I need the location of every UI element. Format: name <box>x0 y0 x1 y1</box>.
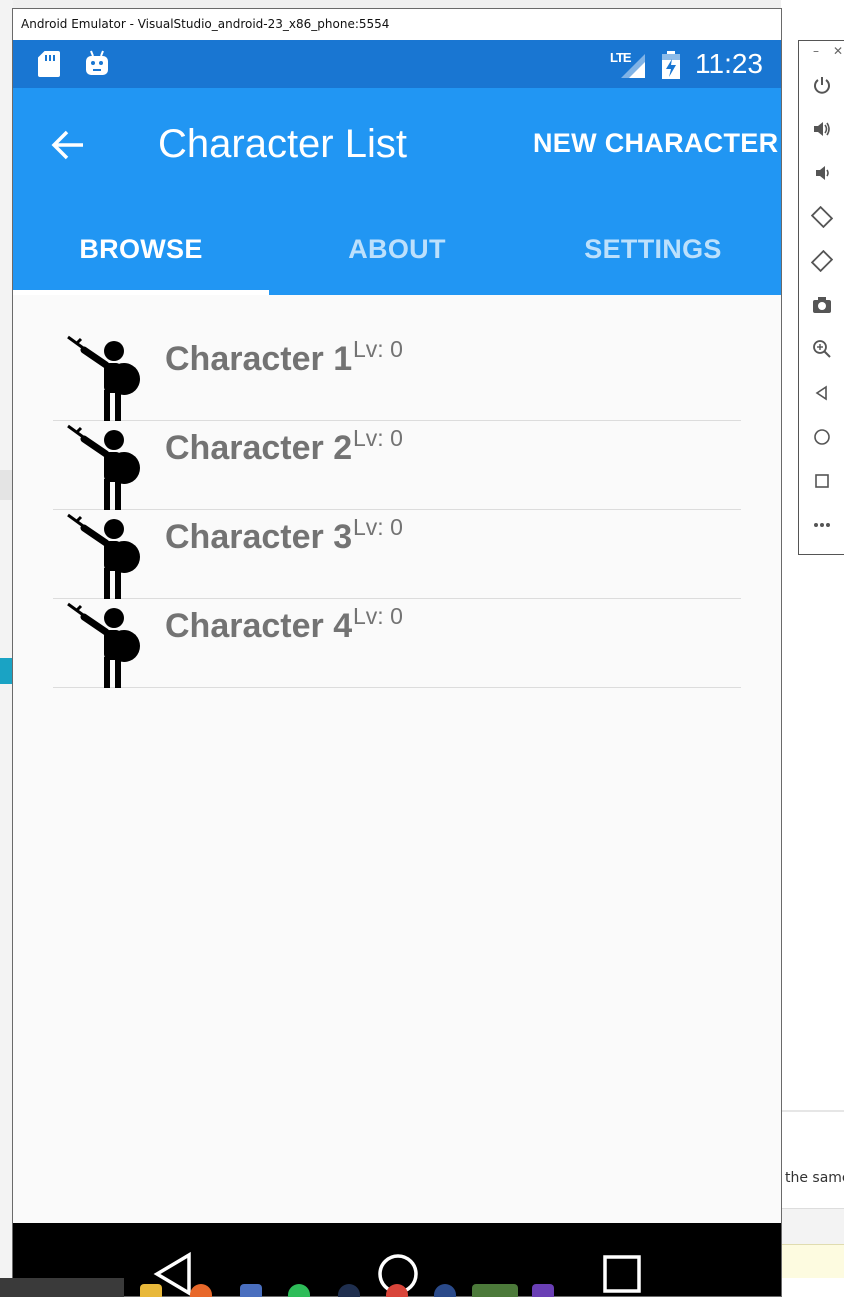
desktop-bar <box>781 1208 844 1244</box>
status-clock: 11:23 <box>695 48 763 79</box>
character-level: Lv: 0 <box>353 425 403 451</box>
tab-about[interactable]: ABOUT <box>269 210 525 295</box>
character-level: Lv: 0 <box>353 514 403 540</box>
character-list-page: Character 1 Lv: 0 Character 2 Lv: 0 Char… <box>13 295 781 1223</box>
character-list-item[interactable]: Character 1 Lv: 0 <box>53 332 741 421</box>
close-icon[interactable]: ✕ <box>833 44 843 58</box>
minimize-icon[interactable]: – <box>813 44 819 58</box>
character-list: Character 1 Lv: 0 Character 2 Lv: 0 Char… <box>53 332 741 688</box>
window-title: Android Emulator - VisualStudio_android-… <box>13 9 781 40</box>
stick-figure-warrior-icon <box>67 513 140 599</box>
desktop-text-fragment: the same <box>785 1170 844 1186</box>
stick-figure-warrior-icon <box>67 335 140 421</box>
android-nav-bar <box>13 1223 781 1297</box>
lte-signal-icon <box>621 54 645 78</box>
zoom-icon[interactable] <box>799 329 844 369</box>
emulator-toolbar: – ✕ <box>798 40 844 555</box>
character-name: Character 4 <box>165 607 353 645</box>
nav-back-icon[interactable] <box>151 1251 197 1297</box>
home-icon[interactable] <box>799 417 844 457</box>
tab-browse[interactable]: BROWSE <box>13 210 269 295</box>
character-level: Lv: 0 <box>353 336 403 362</box>
more-icon[interactable] <box>799 505 844 545</box>
battery-charging-icon <box>662 51 680 79</box>
desktop-bar-highlight <box>781 1244 844 1278</box>
app-bar: Character List NEW CHARACTER BROWSE ABOU… <box>13 88 781 295</box>
arrow-left-icon <box>51 130 83 160</box>
back-button[interactable] <box>43 120 93 170</box>
character-list-item[interactable]: Character 2 Lv: 0 <box>53 421 741 510</box>
page-title: Character List <box>158 122 407 166</box>
android-status-bar: LTE 11:23 <box>13 40 781 88</box>
character-name: Character 1 <box>165 340 353 378</box>
nav-home-icon[interactable] <box>375 1251 421 1297</box>
overview-icon[interactable] <box>799 461 844 501</box>
stick-figure-warrior-icon <box>67 424 140 510</box>
back-icon[interactable] <box>799 373 844 413</box>
sd-card-icon <box>38 51 60 77</box>
power-icon[interactable] <box>799 65 844 105</box>
emulator-window: Android Emulator - VisualStudio_android-… <box>12 8 782 1297</box>
android-debug-icon <box>86 50 108 75</box>
tab-settings[interactable]: SETTINGS <box>525 210 781 295</box>
new-character-button[interactable]: NEW CHARACTER <box>533 128 778 159</box>
character-level: Lv: 0 <box>353 603 403 629</box>
tab-bar: BROWSE ABOUT SETTINGS <box>13 210 781 295</box>
character-name: Character 3 <box>165 518 353 556</box>
camera-icon[interactable] <box>799 285 844 325</box>
desktop-divider <box>781 1110 844 1112</box>
volume-down-icon[interactable] <box>799 153 844 193</box>
character-list-item[interactable]: Character 4 Lv: 0 <box>53 599 741 688</box>
stick-figure-warrior-icon <box>67 602 140 688</box>
volume-up-icon[interactable] <box>799 109 844 149</box>
rotate-left-icon[interactable] <box>799 197 844 237</box>
character-name: Character 2 <box>165 429 353 467</box>
character-list-item[interactable]: Character 3 Lv: 0 <box>53 510 741 599</box>
rotate-right-icon[interactable] <box>799 241 844 281</box>
nav-recents-icon[interactable] <box>599 1251 645 1297</box>
